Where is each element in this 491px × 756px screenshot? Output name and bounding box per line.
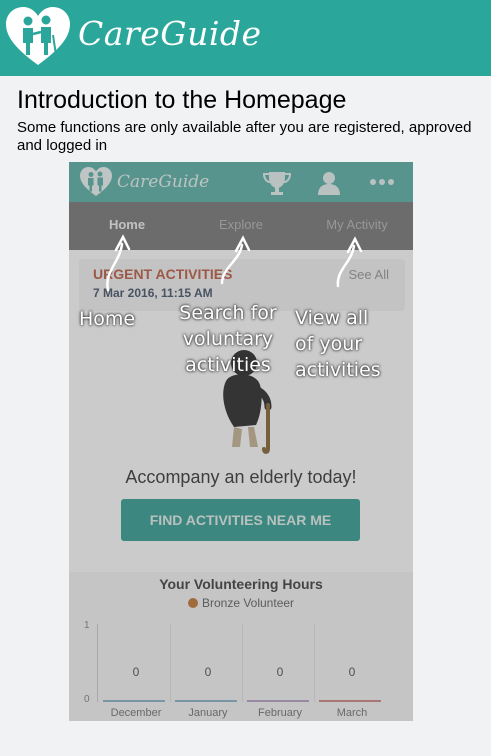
annotation-explore: Search for voluntary activities: [179, 302, 277, 376]
annotation-home: Home: [79, 308, 136, 330]
home-arrow-icon: [106, 242, 124, 292]
annotation-my-activity: View all of your activities: [295, 307, 381, 381]
annotation-arrows: [106, 234, 363, 292]
